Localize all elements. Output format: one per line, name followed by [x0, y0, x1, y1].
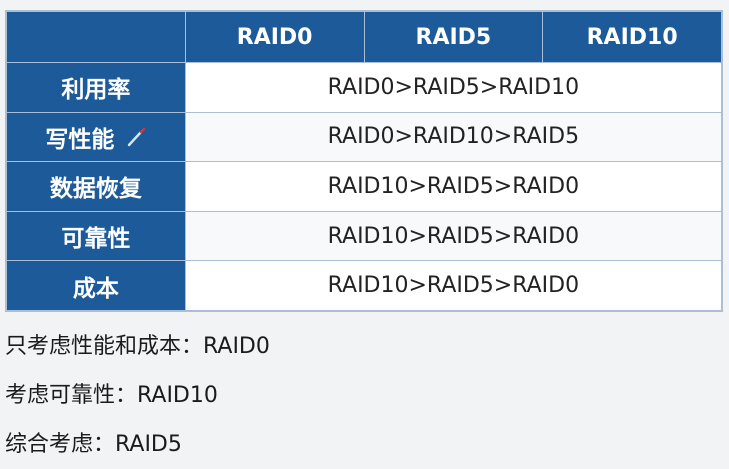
recommendation-notes: 只考虑性能和成本：RAID0 考虑可靠性：RAID10 综合考虑：RAID5 [5, 322, 270, 469]
row-value-write-performance: RAID0>RAID10>RAID5 [184, 111, 723, 163]
row-header-label: 写性能 [45, 126, 115, 153]
pen-icon [126, 127, 146, 153]
raid-comparison-table: RAID0 RAID5 RAID10 利用率 RAID0>RAID5>RAID1… [6, 11, 723, 311]
column-header-raid0: RAID0 [184, 11, 365, 63]
table-corner-cell [6, 11, 186, 63]
table-header-row: RAID0 RAID5 RAID10 [6, 11, 722, 63]
table-row: 可靠性 RAID10>RAID5>RAID0 [6, 210, 723, 262]
row-header-write-performance: 写性能 [6, 111, 186, 163]
note-performance-cost: 只考虑性能和成本：RAID0 [5, 334, 270, 359]
row-value-reliability: RAID10>RAID5>RAID0 [184, 210, 723, 262]
table-row: 利用率 RAID0>RAID5>RAID10 [6, 62, 723, 113]
row-header-utilization: 利用率 [6, 62, 186, 113]
row-value-utilization: RAID0>RAID5>RAID10 [184, 62, 723, 113]
table-row: 成本 RAID10>RAID5>RAID0 [6, 260, 723, 311]
row-header-cost: 成本 [6, 260, 186, 311]
row-header-data-recovery: 数据恢复 [6, 161, 186, 212]
raid-comparison-table-container: RAID0 RAID5 RAID10 利用率 RAID0>RAID5>RAID1… [5, 10, 723, 312]
row-header-reliability: 可靠性 [6, 210, 186, 262]
column-header-raid5: RAID5 [363, 11, 544, 63]
row-value-cost: RAID10>RAID5>RAID0 [184, 260, 723, 311]
table-row: 数据恢复 RAID10>RAID5>RAID0 [6, 161, 723, 212]
column-header-raid10: RAID10 [542, 11, 722, 63]
note-reliability: 考虑可靠性：RAID10 [5, 383, 218, 408]
note-overall: 综合考虑：RAID5 [5, 432, 182, 457]
row-value-data-recovery: RAID10>RAID5>RAID0 [184, 161, 723, 212]
table-row: 写性能 RAID0>RAID10>RAID5 [6, 111, 723, 163]
